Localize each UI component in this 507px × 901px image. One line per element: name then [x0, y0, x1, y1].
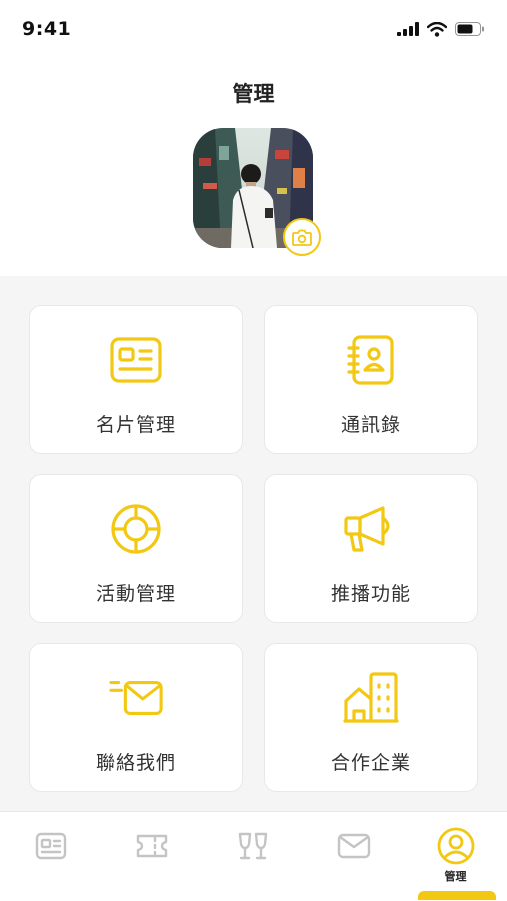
change-photo-button[interactable]: [283, 218, 321, 256]
tab-manage[interactable]: 管理: [405, 812, 506, 901]
wifi-icon: [427, 21, 447, 37]
tab-social[interactable]: [202, 812, 303, 901]
tab-cards[interactable]: [0, 812, 101, 901]
business-card-icon: [108, 332, 164, 388]
page-title: 管理: [232, 82, 275, 106]
mail-icon: [334, 826, 374, 866]
battery-icon: [455, 22, 484, 36]
menu-card-address-book[interactable]: 通訊錄: [264, 305, 478, 454]
ticket-icon: [132, 826, 172, 866]
profile-header: 管理: [0, 58, 507, 276]
status-bar: 9:41: [0, 0, 507, 58]
menu-card-label: 名片管理: [95, 414, 176, 436]
tab-tickets[interactable]: [101, 812, 202, 901]
menu-card-label: 聯絡我們: [95, 752, 176, 774]
bottom-tab-bar: 管理: [0, 811, 507, 900]
menu-card-label: 合作企業: [330, 752, 411, 774]
menu-card-label: 通訊錄: [340, 414, 401, 436]
menu-card-label: 活動管理: [95, 583, 176, 605]
menu-card-contact-us[interactable]: 聯絡我們: [29, 643, 243, 792]
camera-icon: [292, 229, 312, 246]
address-book-icon: [343, 332, 399, 388]
menu-card-label: 推播功能: [330, 583, 411, 605]
status-icons: [397, 21, 485, 37]
menu-card-push[interactable]: 推播功能: [264, 474, 478, 623]
megaphone-icon: [343, 501, 399, 557]
signal-icon: [397, 22, 419, 36]
mail-fast-icon: [108, 670, 164, 726]
card-icon: [31, 826, 71, 866]
status-time: 9:41: [22, 18, 72, 40]
tab-manage-label: 管理: [444, 870, 467, 883]
menu-card-partners[interactable]: 合作企業: [264, 643, 478, 792]
tab-messages[interactable]: [303, 812, 404, 901]
lifebuoy-icon: [108, 501, 164, 557]
menu-card-events[interactable]: 活動管理: [29, 474, 243, 623]
user-circle-icon: [436, 826, 476, 866]
avatar-container: [193, 128, 321, 256]
menu-card-business-cards[interactable]: 名片管理: [29, 305, 243, 454]
building-icon: [343, 670, 399, 726]
cheers-icon: [233, 826, 273, 866]
active-tab-indicator: [418, 891, 496, 900]
menu-grid: 名片管理 通訊錄 活動管理 推播功能 聯絡我們 合作企業: [0, 276, 507, 811]
